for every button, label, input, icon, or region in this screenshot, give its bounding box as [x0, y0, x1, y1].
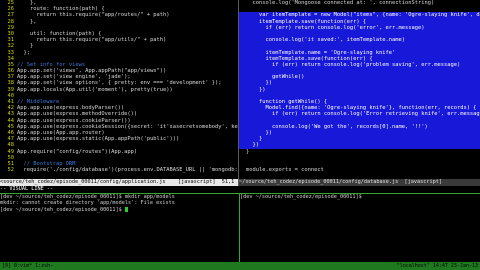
code-text: itemTemplate.save(function(err) { [246, 18, 367, 25]
tmux-host-clock: "localhost" 14:47 23-Jan-13 [396, 263, 478, 269]
code-text: itemTemplate.name = 'Ogre-slaying knife' [246, 49, 396, 56]
code-text: App.app.locals(App.util('moment'), prett… [17, 86, 173, 93]
code-text: if (err) return console.log('Error retri… [246, 111, 480, 118]
code-text: App.app.use(express.methodOverride()) [17, 111, 138, 118]
code-text: }, [17, 18, 37, 25]
code-text: App.app.set('views', App.appPath("app/vi… [17, 68, 167, 75]
code-text: util: function(path) { [17, 30, 102, 37]
code-text: console.log('it saved:', itemTemplate.na… [246, 37, 406, 44]
terminal-line: [dev ~/source/teh_codez/episode_00011]$ [0, 206, 238, 213]
code-text: function getWhile() { [246, 99, 328, 105]
code-text: App.app.set('view engine', 'jade'); [17, 74, 131, 81]
code-text: // Middleware [17, 99, 60, 105]
code-text: return this.require("app/utils/" + path) [17, 37, 167, 44]
code-text: } [246, 136, 263, 143]
left-editor-pane[interactable]: 25 }, 26 route: function(path) {27 return… [0, 0, 238, 179]
tmux-window-list[interactable]: [0] 0:vim* 1:zsh- [2, 262, 53, 270]
code-text: // Set info for views [17, 61, 86, 68]
left-status-line: <source/teh_codez/episode_00011/config/a… [0, 179, 238, 186]
right-status-line: ~/source/teh_codez/episode_00011/config/… [239, 179, 480, 186]
code-text: return this.require("app/routes/" + path… [17, 12, 170, 19]
code-text: require('./config/database')(process.env… [23, 167, 238, 174]
line-number: 52 [7, 167, 15, 174]
screen: 25 }, 26 route: function(path) {27 return… [0, 0, 480, 270]
code-text: }) [246, 142, 259, 149]
code-text: // Bootstrap ORM [17, 160, 76, 167]
code-text: } [246, 148, 250, 155]
selected-code-line[interactable]: if (err) return console.log('Error retri… [239, 111, 480, 118]
terminal-line: [dev ~/source/teh_codez/episode_00011]$ [240, 194, 365, 200]
code-line[interactable]: 52 require('./config/database')(process.… [0, 167, 239, 174]
code-text: }; [17, 49, 30, 56]
code-text: module.exports = connect [246, 167, 324, 174]
code-text: route: function(path) { [17, 6, 105, 13]
code-text: }, [17, 0, 37, 6]
code-text: App.app.set('view options', { pretty: en… [17, 80, 222, 87]
code-text: console.log('Mongoose connected at: ', c… [246, 0, 435, 6]
code-text: if (err) return console.log('problem sav… [246, 61, 461, 68]
code-text: App.require("config/routes")(App.app) [17, 148, 138, 155]
code-text: console.log('We got the', records[0].nam… [246, 123, 428, 130]
code-text: }) [246, 129, 272, 136]
code-text: getWhile() [246, 74, 305, 81]
code-line[interactable]: module.exports = connect [239, 167, 480, 173]
vim-mode-indicator: -- VISUAL LINE -- [0, 186, 54, 192]
code-text: if (err) return console.log('error', err… [246, 24, 425, 31]
code-text: App.app.use(express.cookieParser()) [17, 117, 131, 124]
code-text: App.app.use(express.static(App.appPath('… [17, 136, 180, 143]
cursor-icon [124, 206, 128, 212]
code-text: itemTemplate.save(function(err) { [246, 55, 373, 62]
selected-code-line[interactable]: if (err) return console.log('problem sav… [239, 61, 480, 69]
right-editor-pane[interactable]: console.log('Mongoose connected at: ', c… [239, 0, 480, 179]
code-text: } [17, 43, 34, 50]
code-text: Model.find({name: 'Ogre-slaying knife'},… [246, 105, 477, 112]
code-text: var itemTemplate = new Model("items", {n… [258, 12, 480, 19]
code-text: App.app.use(App.app.router) [17, 129, 105, 136]
code-text: App.app.use(express.cookieSession({secre… [17, 123, 238, 130]
code-text: App.app.use(express.bodyParser()) [17, 105, 125, 112]
tmux-status-bar: [0] 0:vim* 1:zsh- "localhost" 14:47 23-J… [0, 262, 480, 270]
left-terminal-pane[interactable]: [dev ~/source/teh_codez/episode_00011]$ … [0, 194, 238, 262]
right-terminal-pane[interactable]: [dev ~/source/teh_codez/episode_00011]$ [240, 194, 480, 262]
code-text: }) [246, 86, 266, 93]
code-text: }) [246, 80, 272, 87]
